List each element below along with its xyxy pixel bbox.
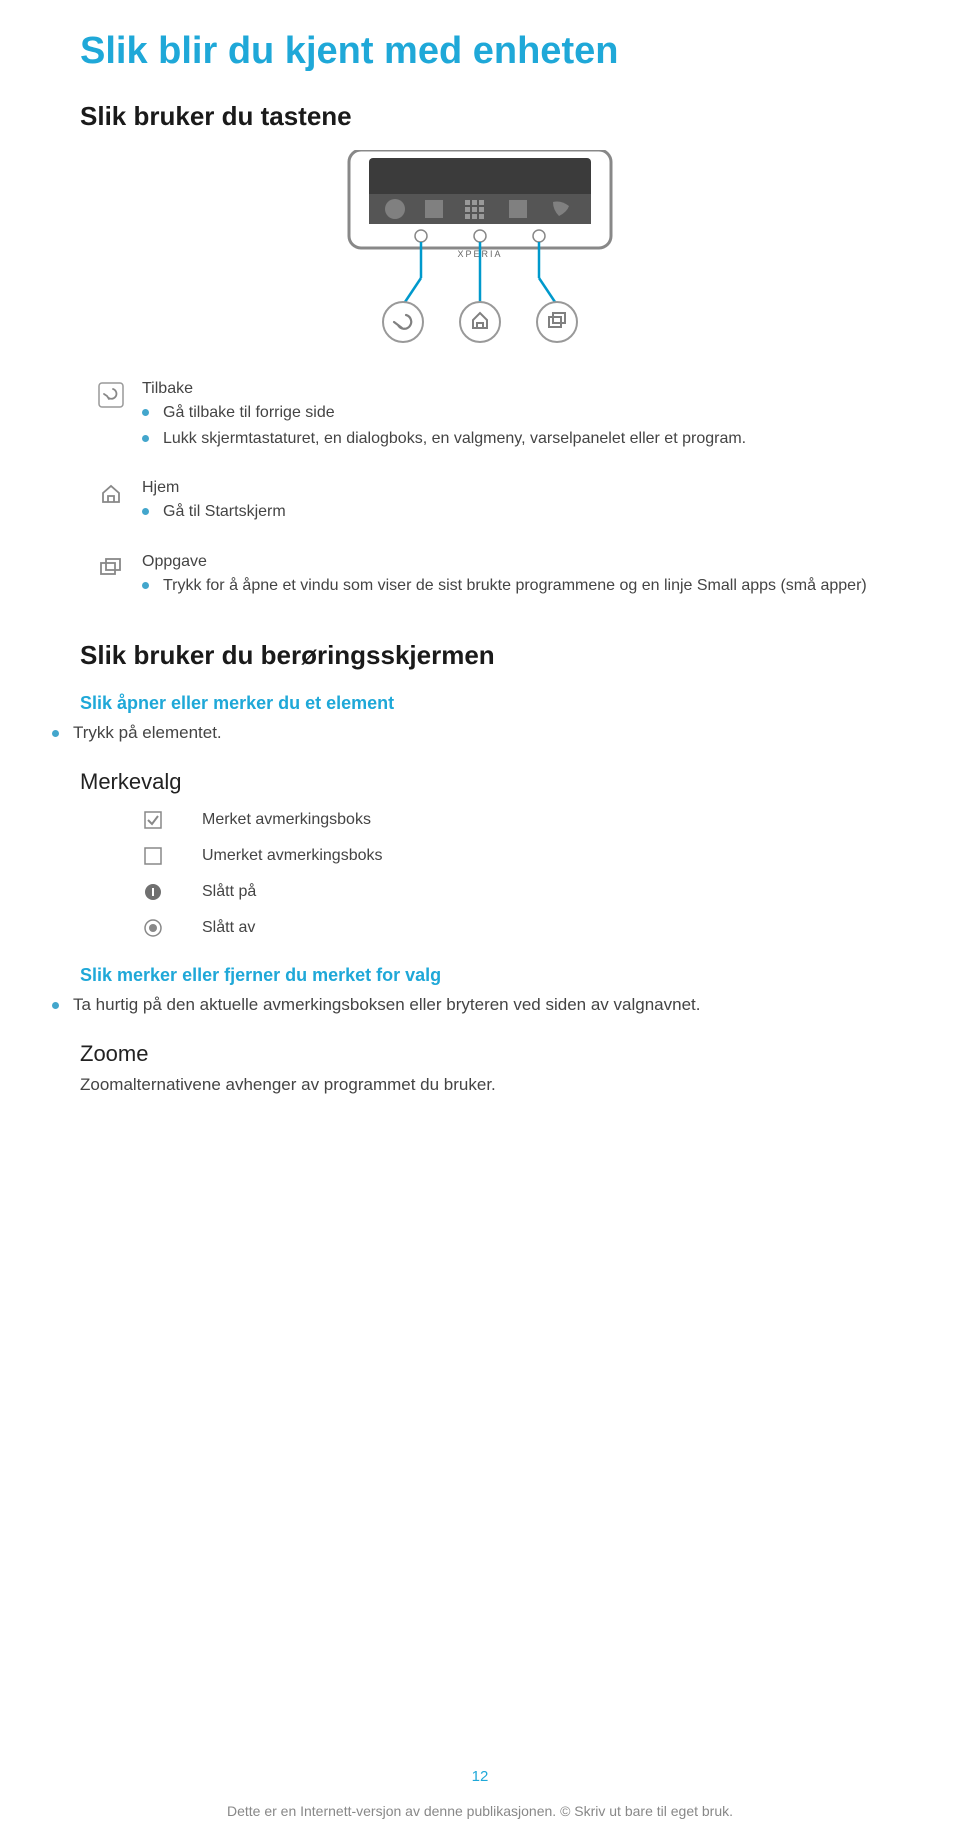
merkevalg-row-off: Slått av <box>80 919 880 937</box>
back-icon <box>80 380 142 408</box>
section-touchscreen-heading: Slik bruker du berøringsskjermen <box>80 640 880 671</box>
merkevalg-row-checked: Merket avmerkingsboks <box>80 811 880 829</box>
key-home-label: Hjem <box>142 479 880 497</box>
key-home-block: Hjem Gå til Startskjerm <box>80 479 880 527</box>
key-task-bullet-1: Trykk for å åpne et vindu som viser de s… <box>163 575 880 597</box>
key-task-block: Oppgave Trykk for å åpne et vindu som vi… <box>80 553 880 601</box>
mark-remove-bullet: Ta hurtig på den aktuelle avmerkingsboks… <box>73 994 880 1017</box>
open-mark-item: Trykk på elementet. <box>52 722 880 745</box>
mark-remove-heading: Slik merker eller fjerner du merket for … <box>80 965 880 986</box>
footer-note: Dette er en Internett-versjon av denne p… <box>0 1803 960 1819</box>
merkevalg-label-on: Slått på <box>202 883 256 901</box>
merkevalg-label-off: Slått av <box>202 919 255 937</box>
section-keys-heading: Slik bruker du tastene <box>80 101 880 132</box>
key-back-label: Tilbake <box>142 380 880 398</box>
key-back-block: Tilbake Gå tilbake til forrige side Lukk… <box>80 380 880 453</box>
key-back-bullet-2: Lukk skjermtastaturet, en dialogboks, en… <box>163 428 880 450</box>
bullet-icon <box>52 1002 59 1009</box>
merkevalg-heading: Merkevalg <box>80 769 880 795</box>
merkevalg-label-unchecked: Umerket avmerkingsboks <box>202 847 383 865</box>
checkbox-unchecked-icon <box>142 847 164 865</box>
bullet-icon <box>142 508 149 515</box>
page-title: Slik blir du kjent med enheten <box>80 30 880 73</box>
merkevalg-row-on: Slått på <box>80 883 880 901</box>
task-icon <box>80 553 142 581</box>
bullet-icon <box>52 730 59 737</box>
merkevalg-label-checked: Merket avmerkingsboks <box>202 811 371 829</box>
key-back-bullet-1: Gå tilbake til forrige side <box>163 402 880 424</box>
key-home-bullet-1: Gå til Startskjerm <box>163 501 880 523</box>
page-number: 12 <box>0 1768 960 1785</box>
open-mark-bullet: Trykk på elementet. <box>73 722 880 745</box>
switch-on-icon <box>142 883 164 901</box>
merkevalg-row-unchecked: Umerket avmerkingsboks <box>80 847 880 865</box>
phone-illustration: XPERIA <box>80 150 880 350</box>
open-mark-heading: Slik åpner eller merker du et element <box>80 693 880 714</box>
bullet-icon <box>142 409 149 416</box>
checkbox-checked-icon <box>142 811 164 829</box>
zoom-text: Zoomalternativene avhenger av programmet… <box>80 1075 880 1095</box>
zoom-heading: Zoome <box>80 1041 880 1067</box>
key-task-label: Oppgave <box>142 553 880 571</box>
mark-remove-item: Ta hurtig på den aktuelle avmerkingsboks… <box>52 994 880 1017</box>
home-icon <box>80 479 142 507</box>
switch-off-icon <box>142 919 164 937</box>
bullet-icon <box>142 582 149 589</box>
bullet-icon <box>142 435 149 442</box>
